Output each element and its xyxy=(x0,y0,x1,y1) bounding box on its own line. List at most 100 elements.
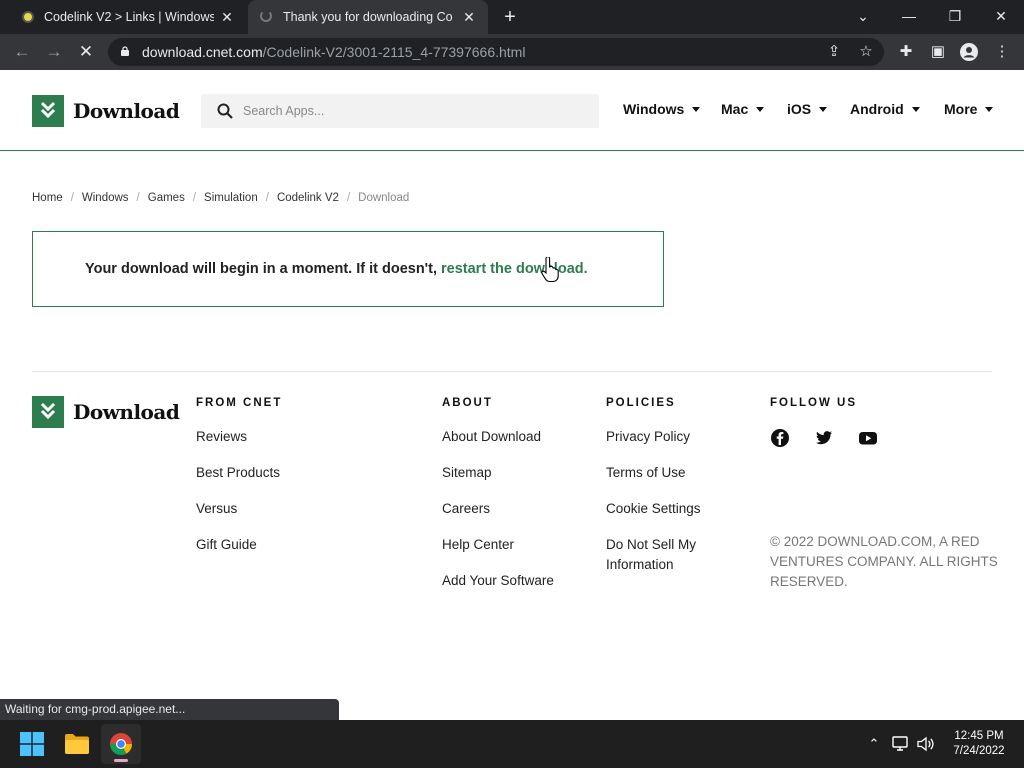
new-tab-plus-icon[interactable]: + xyxy=(498,5,522,29)
footer-column-from-cnet: FROM CNET xyxy=(196,397,282,411)
browser-tab-strip: Codelink V2 > Links | Windows ✕ Thank yo… xyxy=(0,0,1024,34)
file-explorer-button[interactable] xyxy=(57,724,97,764)
download-message: Your download will begin in a moment. If… xyxy=(85,261,588,277)
tab-title: Codelink V2 > Links | Windows xyxy=(44,10,214,24)
nav-label: Android xyxy=(850,101,904,117)
browser-tab-codelink-links[interactable]: Codelink V2 > Links | Windows ✕ xyxy=(8,0,246,34)
folder-icon xyxy=(65,734,89,754)
extensions-puzzle-icon[interactable]: ✚ xyxy=(894,40,918,64)
footer-link-do-not-sell[interactable]: Do Not Sell My Information xyxy=(606,535,726,575)
bookmark-star-icon[interactable]: ☆ xyxy=(854,40,878,64)
stop-loading-icon[interactable]: ✕ xyxy=(74,40,98,64)
youtube-icon[interactable] xyxy=(858,428,878,448)
network-icon[interactable] xyxy=(892,736,910,752)
address-bar[interactable]: download.cnet.com/Codelink-V2/3001-2115_… xyxy=(108,38,884,66)
site-header: Download Windows Mac iOS Android More xyxy=(0,70,1024,151)
chevron-down-icon xyxy=(911,106,920,112)
forward-arrow-icon[interactable]: → xyxy=(42,40,66,64)
tab-search-chevron-icon[interactable]: ⌄ xyxy=(840,0,886,34)
footer-link-privacy-policy[interactable]: Privacy Policy xyxy=(606,427,690,447)
footer-logo[interactable]: Download xyxy=(32,396,180,428)
side-panel-icon[interactable]: ▣ xyxy=(926,40,950,64)
nav-label: iOS xyxy=(787,101,812,117)
site-logo[interactable]: Download xyxy=(32,95,180,127)
tab-close-icon[interactable]: ✕ xyxy=(218,8,236,26)
share-icon[interactable]: ⇪ xyxy=(822,40,846,64)
footer-heading: FOLLOW US xyxy=(770,397,857,409)
breadcrumb-games[interactable]: Games xyxy=(148,192,185,204)
footer-link-best-products[interactable]: Best Products xyxy=(196,463,280,483)
footer-heading: ABOUT xyxy=(442,397,493,409)
browser-menu-icon[interactable]: ⋮ xyxy=(990,40,1014,64)
footer-link-careers[interactable]: Careers xyxy=(442,499,490,519)
nav-ios[interactable]: iOS xyxy=(787,101,828,117)
nav-label: More xyxy=(944,101,978,117)
volume-icon[interactable] xyxy=(917,736,935,752)
download-message-text: Your download will begin in a moment. If… xyxy=(85,261,442,277)
browser-status-bubble: Waiting for cmg-prod.apigee.net... xyxy=(0,699,339,720)
restore-window-icon[interactable]: ❐ xyxy=(932,0,978,34)
copyright-text: © 2022 DOWNLOAD.COM, A RED VENTURES COMP… xyxy=(770,534,998,589)
minimize-window-icon[interactable]: — xyxy=(886,0,932,34)
footer-column-about: ABOUT xyxy=(442,397,493,411)
active-app-indicator xyxy=(114,759,128,762)
footer-link-reviews[interactable]: Reviews xyxy=(196,427,247,447)
tab-title: Thank you for downloading Codelink xyxy=(283,10,453,24)
chevron-down-icon xyxy=(756,106,765,112)
footer-column-follow-us: FOLLOW US xyxy=(770,397,857,411)
facebook-icon[interactable] xyxy=(770,428,790,448)
breadcrumb-simulation[interactable]: Simulation xyxy=(204,192,258,204)
clock-time: 12:45 PM xyxy=(954,730,1004,742)
footer-link-cookie-settings[interactable]: Cookie Settings xyxy=(606,499,701,519)
chrome-icon xyxy=(110,733,132,755)
footer-link-terms-of-use[interactable]: Terms of Use xyxy=(606,463,686,483)
breadcrumb-codelink[interactable]: Codelink V2 xyxy=(277,192,339,204)
search-box[interactable] xyxy=(201,94,599,128)
breadcrumb-home[interactable]: Home xyxy=(32,192,63,204)
hand-cursor-icon xyxy=(541,257,559,283)
footer-link-about-download[interactable]: About Download xyxy=(442,427,541,447)
close-window-icon[interactable]: ✕ xyxy=(978,0,1024,34)
footer-heading: FROM CNET xyxy=(196,397,283,409)
lock-icon xyxy=(121,46,129,56)
search-icon xyxy=(217,103,233,119)
breadcrumb: Home / Windows / Games / Simulation / Codeli… xyxy=(32,192,409,204)
search-input[interactable] xyxy=(243,102,583,120)
back-arrow-icon[interactable]: ← xyxy=(10,40,34,64)
show-hidden-icons-chevron-icon[interactable]: ⌃ xyxy=(864,720,884,768)
footer-heading: POLICIES xyxy=(606,397,676,409)
profile-avatar-icon[interactable] xyxy=(957,40,981,64)
chevron-down-icon xyxy=(819,106,828,112)
download-logo-icon xyxy=(32,396,64,428)
nav-android[interactable]: Android xyxy=(850,101,920,117)
footer-divider xyxy=(32,371,992,372)
breadcrumb-current: Download xyxy=(358,192,410,204)
start-button[interactable] xyxy=(12,724,52,764)
footer-link-help-center[interactable]: Help Center xyxy=(442,535,514,555)
tab-close-icon[interactable]: ✕ xyxy=(460,8,478,26)
breadcrumb-separator: / xyxy=(192,192,197,204)
footer-column-policies: POLICIES xyxy=(606,397,676,411)
address-url: download.cnet.com/Codelink-V2/3001-2115_… xyxy=(142,44,526,60)
chevron-down-icon xyxy=(692,106,701,112)
breadcrumb-windows[interactable]: Windows xyxy=(82,192,129,204)
nav-mac[interactable]: Mac xyxy=(721,101,765,117)
nav-more[interactable]: More xyxy=(944,101,994,117)
footer-link-sitemap[interactable]: Sitemap xyxy=(442,463,492,483)
breadcrumb-separator: / xyxy=(265,192,269,204)
footer-link-add-your-software[interactable]: Add Your Software xyxy=(442,571,554,591)
nav-label: Mac xyxy=(721,101,749,117)
nav-windows[interactable]: Windows xyxy=(623,101,701,117)
chrome-taskbar-button[interactable] xyxy=(101,724,141,764)
logo-text: Download xyxy=(73,400,180,424)
breadcrumb-separator: / xyxy=(70,192,74,204)
download-logo-icon xyxy=(32,95,64,127)
tab-loading-spinner-icon xyxy=(260,10,272,22)
footer-link-versus[interactable]: Versus xyxy=(196,499,237,519)
footer-link-gift-guide[interactable]: Gift Guide xyxy=(196,535,257,555)
restart-download-link[interactable]: restart the download. xyxy=(441,261,588,277)
twitter-icon[interactable] xyxy=(814,428,834,448)
browser-tab-thank-you[interactable]: Thank you for downloading Codelink ✕ xyxy=(248,0,488,34)
system-clock[interactable]: 12:45 PM 7/24/2022 xyxy=(944,729,1014,759)
nav-label: Windows xyxy=(623,101,685,117)
